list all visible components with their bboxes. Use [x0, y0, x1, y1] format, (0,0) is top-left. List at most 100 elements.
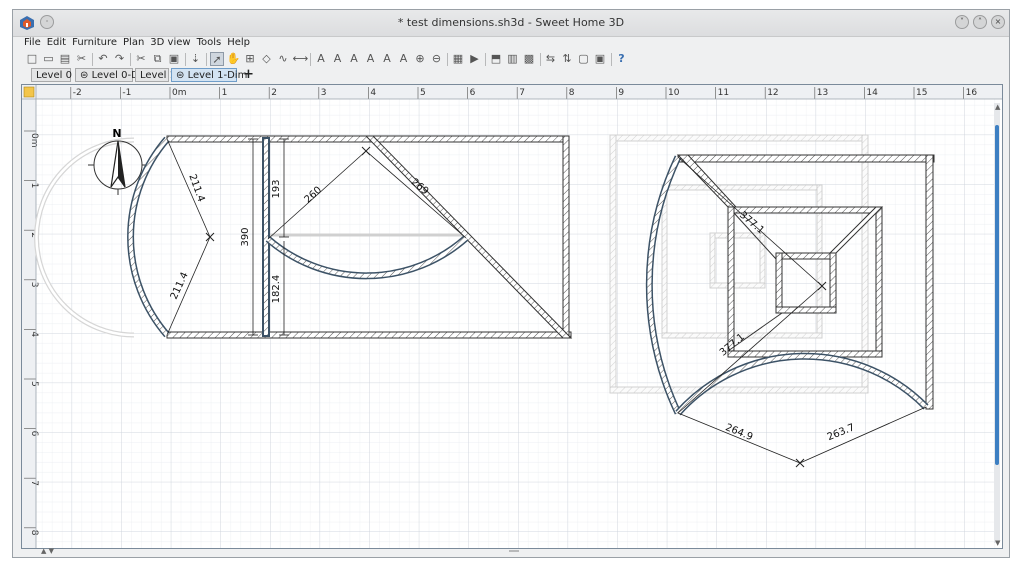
- cut-icon[interactable]: ✂: [134, 52, 148, 66]
- app-window: · * test dimensions.sh3d - Sweet Home 3D…: [12, 9, 1010, 558]
- ruler-x-label: 12: [767, 88, 778, 98]
- wall-right[interactable]: [562, 135, 570, 337]
- scroll-up-icon[interactable]: ▲: [995, 103, 1001, 111]
- paste-icon[interactable]: ▣: [167, 52, 181, 66]
- toolbar-separator: [130, 53, 131, 66]
- ruler-corner-icon[interactable]: [23, 86, 35, 98]
- increase-text-icon[interactable]: A: [380, 52, 394, 66]
- import-furniture-icon[interactable]: ⬒: [489, 52, 503, 66]
- ruler-x-label: 0m: [172, 88, 187, 98]
- menu-bar: File Edit Furniture Plan 3D view Tools Help: [13, 36, 1009, 50]
- ruler-y-label: 8: [29, 530, 39, 536]
- ruler-x-label: 5: [420, 88, 426, 98]
- tab-level-1-dim[interactable]: ⊜ Level 1-Dim: [171, 68, 247, 82]
- decrease-text-icon[interactable]: A: [397, 52, 411, 66]
- resize-arrows-icon[interactable]: ▲ ▼: [41, 547, 54, 555]
- create-polylines-icon[interactable]: ∿: [276, 52, 290, 66]
- wall-bottom[interactable]: [166, 331, 572, 339]
- group-icon[interactable]: ▢: [577, 52, 591, 66]
- ruler-x-label: 9: [618, 88, 624, 98]
- ruler-y-label: 4: [29, 331, 39, 337]
- menu-edit[interactable]: Edit: [44, 36, 69, 50]
- toolbar: □ ▭ ▤ ✂ ↶ ↷ ✂ ⧉ ▣ ⇣ ➚ ✋ ⊞ ◇ ∿ ⟷ A A A A A A ⊕ ⊖ ▦ ▶ ⬒ ▥ ▩ ⇆ ⇅ ▢ ▣?: [13, 51, 1009, 68]
- ruler-x-label: 7: [519, 88, 525, 98]
- ruler-x-label: 8: [569, 88, 575, 98]
- ruler-y-label: 7: [29, 480, 39, 486]
- tab-level-1[interactable]: Level 1: [135, 68, 176, 82]
- ruler-y-label: 3: [29, 282, 39, 288]
- close-button[interactable]: ×: [991, 15, 1005, 29]
- ungroup-icon[interactable]: ▣: [593, 52, 607, 66]
- vertical-scrollbar-thumb[interactable]: [995, 125, 999, 465]
- ruler-x-label: 1: [222, 88, 228, 98]
- add-text-icon[interactable]: A: [314, 52, 328, 66]
- compass-north-label: N: [112, 127, 121, 140]
- ruler-x-label: 2: [271, 88, 277, 98]
- create-walls-icon[interactable]: ⊞: [243, 52, 257, 66]
- ruler-y-label: 5: [29, 381, 39, 387]
- save-icon[interactable]: ▤: [58, 52, 72, 66]
- flip-vertical-icon[interactable]: ⇅: [560, 52, 574, 66]
- ruler-x-label: 13: [817, 88, 828, 98]
- tab-label: Level 1-Dim: [187, 70, 248, 81]
- level-viewable-icon: ⊜: [80, 70, 92, 81]
- tab-level-0-dim[interactable]: ⊜ Level 0-Dim: [75, 68, 151, 82]
- ruler-y-label: 0m: [29, 133, 39, 148]
- create-photo-icon[interactable]: ▦: [451, 52, 465, 66]
- create-video-icon[interactable]: ▶: [468, 52, 482, 66]
- toolbar-separator: [92, 53, 93, 66]
- new-file-icon[interactable]: □: [25, 52, 39, 66]
- ruler-y-label: 6: [29, 431, 39, 437]
- text-style-icon[interactable]: A: [331, 52, 345, 66]
- create-dimensions-icon[interactable]: ⟷: [293, 52, 309, 66]
- ruler-x-label: 15: [916, 88, 927, 98]
- zoom-in-icon[interactable]: ⊕: [413, 52, 427, 66]
- open-icon[interactable]: ▭: [42, 52, 56, 66]
- bold-icon[interactable]: A: [347, 52, 361, 66]
- menu-tools[interactable]: Tools: [194, 36, 225, 50]
- ruler-x-label: 16: [966, 88, 978, 98]
- tab-label: Level 0: [36, 70, 72, 81]
- menu-3d-view[interactable]: 3D view: [147, 36, 193, 50]
- help-icon[interactable]: ?: [615, 52, 629, 66]
- copy-icon[interactable]: ⧉: [151, 52, 165, 66]
- minimize-button[interactable]: ˅: [955, 15, 969, 29]
- ruler-x-label: 14: [866, 88, 878, 98]
- redo-icon[interactable]: ↷: [113, 52, 127, 66]
- cut-scissors-icon[interactable]: ✂: [75, 52, 89, 66]
- add-furniture-icon[interactable]: ⇣: [189, 52, 203, 66]
- scroll-down-icon[interactable]: ▼: [995, 539, 1001, 547]
- plan-view[interactable]: -2 -1 0m 1 2 3 4 5 6 7 8 9 10 11 12 13 14 15 16 0m 1 2 3 4 5 6 7 8: [21, 84, 1003, 549]
- ruler-x-label: -1: [122, 88, 131, 98]
- toolbar-separator: [184, 53, 186, 66]
- menu-plan[interactable]: Plan: [120, 36, 147, 50]
- italic-icon[interactable]: A: [364, 52, 378, 66]
- toolbar-separator: [447, 53, 448, 66]
- tab-level-0[interactable]: Level 0: [31, 68, 72, 82]
- zoom-out-icon[interactable]: ⊖: [430, 52, 444, 66]
- ruler-x-label: 11: [718, 88, 729, 98]
- select-mode-icon[interactable]: ➚: [210, 52, 224, 66]
- add-level-icon[interactable]: +: [243, 67, 254, 82]
- maximize-button[interactable]: ˄: [973, 15, 987, 29]
- title-bar: · * test dimensions.sh3d - Sweet Home 3D…: [13, 10, 1009, 37]
- ruler-y-label: 1: [29, 183, 39, 189]
- flip-horizontal-icon[interactable]: ⇆: [544, 52, 558, 66]
- horizontal-ruler: [22, 85, 1002, 99]
- level-viewable-icon: ⊜: [176, 70, 188, 81]
- preferences-icon[interactable]: ▩: [522, 52, 536, 66]
- splitter-handle[interactable]: [509, 550, 519, 552]
- pan-mode-icon[interactable]: ✋: [227, 52, 241, 66]
- dimension-label: 182.4: [271, 275, 282, 304]
- ruler-x-label: 3: [321, 88, 327, 98]
- toolbar-separator: [539, 53, 541, 66]
- plan-canvas[interactable]: -2 -1 0m 1 2 3 4 5 6 7 8 9 10 11 12 13 14 15 16 0m12345678: [22, 85, 1002, 548]
- menu-help[interactable]: Help: [224, 36, 253, 50]
- toolbar-separator: [206, 53, 207, 66]
- menu-file[interactable]: File: [21, 36, 44, 50]
- dimension-label: 193: [271, 179, 282, 198]
- create-rooms-icon[interactable]: ◇: [260, 52, 274, 66]
- menu-furniture[interactable]: Furniture: [69, 36, 120, 50]
- import-texture-icon[interactable]: ▥: [506, 52, 520, 66]
- undo-icon[interactable]: ↶: [96, 52, 110, 66]
